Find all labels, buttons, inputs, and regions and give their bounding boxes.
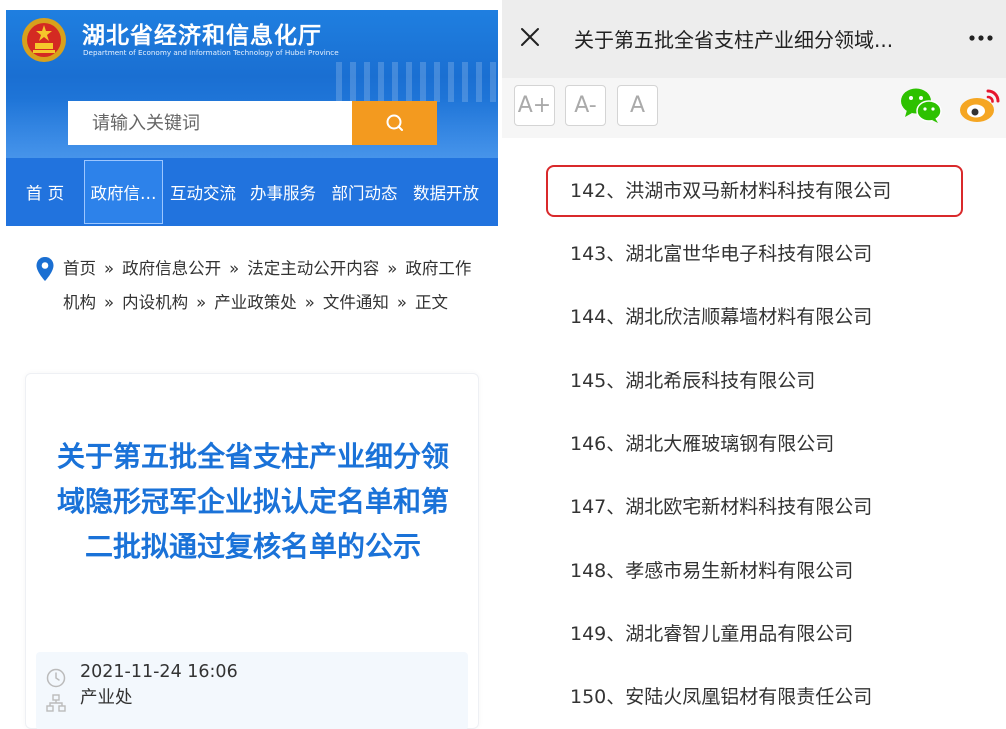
main-nav: 首 页 政府信… 互动交流 办事服务 部门动态 数据开放: [6, 158, 498, 226]
list-item: 146、湖北大雁玻璃钢有限公司: [570, 433, 835, 455]
breadcrumb-industry-policy[interactable]: 产业政策处: [214, 293, 297, 312]
font-reset-button[interactable]: A: [617, 85, 658, 126]
list-item: 143、湖北富世华电子科技有限公司: [570, 243, 873, 265]
list-item: 150、安陆火凤凰铝材有限责任公司: [570, 686, 873, 708]
breadcrumb-internal[interactable]: 内设机构: [122, 293, 188, 312]
wechat-icon[interactable]: [899, 85, 943, 125]
website-panel: 湖北省经济和信息化厅 Department of Economy and Inf…: [0, 0, 500, 729]
breadcrumb-separator: »: [229, 259, 240, 278]
publish-date: 2021-11-24 16:06: [80, 662, 238, 682]
font-decrease-button[interactable]: A-: [565, 85, 606, 126]
publish-department: 产业处: [80, 688, 133, 708]
location-pin-icon: [36, 257, 54, 281]
list-item: 149、湖北睿智儿童用品有限公司: [570, 623, 854, 645]
breadcrumb-separator: »: [196, 293, 207, 312]
font-size-toolbar: A+ A- A: [502, 78, 1006, 138]
nav-gov-info[interactable]: 政府信…: [84, 160, 163, 224]
company-list: 142、洪湖市双马新材料科技有限公司 143、湖北富世华电子科技有限公司 144…: [502, 138, 1006, 729]
more-dots-icon[interactable]: [968, 34, 994, 42]
nav-department-news[interactable]: 部门动态: [323, 160, 406, 224]
org-chart-icon: [46, 694, 66, 712]
search-input[interactable]: [68, 101, 352, 145]
national-emblem-icon: [22, 18, 66, 62]
list-item: 142、洪湖市双马新材料科技有限公司: [570, 180, 892, 202]
breadcrumb-current: 正文: [414, 293, 448, 312]
list-item: 147、湖北欧宅新材料科技有限公司: [570, 496, 873, 518]
weibo-icon[interactable]: [958, 83, 1002, 125]
article-card: 关于第五批全省支柱产业细分领域隐形冠军企业拟认定名单和第二批拟通过复核名单的公示…: [25, 373, 479, 729]
list-item: 148、孝感市易生新材料有限公司: [570, 560, 854, 582]
site-subtitle: Department of Economy and Information Te…: [83, 48, 339, 57]
close-icon[interactable]: [518, 25, 542, 49]
site-title: 湖北省经济和信息化厅: [82, 23, 322, 49]
breadcrumb: 首页» 政府信息公开» 法定主动公开内容» 政府工作机构» 内设机构» 产业政策处» 文件通…: [25, 242, 480, 352]
nav-interaction[interactable]: 互动交流: [163, 160, 243, 224]
breadcrumb-separator: »: [304, 293, 315, 312]
nav-home[interactable]: 首 页: [6, 160, 84, 224]
clock-icon: [46, 668, 66, 688]
breadcrumb-separator: »: [387, 259, 398, 278]
list-item: 144、湖北欣洁顺幕墙材料有限公司: [570, 306, 873, 328]
article-meta: 2021-11-24 16:06 产业处: [36, 652, 468, 729]
document-title: 关于第五批全省支柱产业细分领域...: [574, 28, 894, 52]
breadcrumb-separator: »: [396, 293, 407, 312]
article-title: 关于第五批全省支柱产业细分领域隐形冠军企业拟认定名单和第二批拟通过复核名单的公示: [56, 440, 449, 563]
list-item: 145、湖北希辰科技有限公司: [570, 370, 816, 392]
breadcrumb-gov-info[interactable]: 政府信息公开: [122, 259, 221, 278]
breadcrumb-separator: »: [104, 293, 115, 312]
viewer-top-bar: 关于第五批全省支柱产业细分领域...: [502, 0, 1006, 78]
search-button[interactable]: [352, 101, 437, 145]
breadcrumb-home[interactable]: 首页: [63, 259, 96, 278]
font-increase-button[interactable]: A+: [514, 85, 555, 126]
breadcrumb-notices[interactable]: 文件通知: [323, 293, 389, 312]
nav-services[interactable]: 办事服务: [243, 160, 323, 224]
nav-open-data[interactable]: 数据开放: [406, 160, 486, 224]
banner-bridge-decoration: [336, 62, 498, 102]
breadcrumb-statutory[interactable]: 法定主动公开内容: [247, 259, 379, 278]
breadcrumb-separator: »: [104, 259, 115, 278]
document-viewer-panel: 关于第五批全省支柱产业细分领域... A+ A- A 142、洪湖市双马新材料科…: [502, 0, 1006, 729]
search-icon: [386, 114, 403, 131]
